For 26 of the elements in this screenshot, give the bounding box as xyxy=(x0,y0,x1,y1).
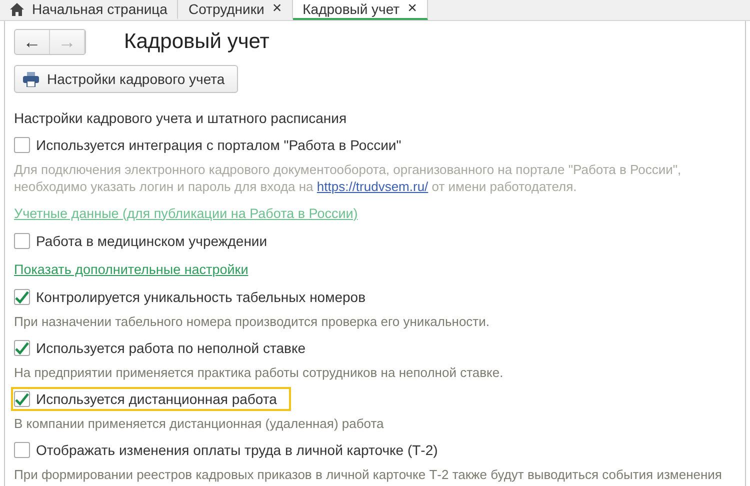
tab-label: Кадровый учет xyxy=(302,1,400,17)
printer-icon xyxy=(23,72,39,86)
tab-label: Начальная страница xyxy=(32,1,168,17)
page-title: Кадровый учет xyxy=(124,30,270,54)
settings-button[interactable]: Настройки кадрового учета xyxy=(14,65,238,93)
close-icon[interactable]: × xyxy=(408,0,417,18)
home-icon xyxy=(10,2,24,16)
back-button[interactable]: ← xyxy=(15,30,50,54)
checkbox[interactable]: Используется дистанционная работа xyxy=(11,387,291,411)
checkbox[interactable]: Используется интеграция с порталом "Работа в России" xyxy=(11,133,416,157)
hint-text: При формировании реестров кадровых приказов в личной карточке Т-2 также будут выводиться события изменения xyxy=(14,466,723,484)
hint-text: При назначении табельного номера производится проверка его уникальности. xyxy=(14,313,490,331)
checkbox[interactable]: Работа в медицинском учреждении xyxy=(11,229,282,253)
checkbox[interactable]: Контролируется уникальность табельных номеров xyxy=(11,285,380,309)
check-icon xyxy=(15,342,29,354)
hint-text: Для подключения электронного кадрового документооборота, организованного на портале "Работа в России", необходимо указать логин и пароль для входа на https://trudvsem.ru/ от имени работодателя. xyxy=(14,161,682,196)
checkbox[interactable]: Используется работа по неполной ставке xyxy=(11,336,320,360)
tab-label: Сотрудники xyxy=(188,1,264,17)
check-icon xyxy=(15,392,29,406)
close-icon[interactable]: × xyxy=(272,0,282,18)
tab[interactable]: Кадровый учет × xyxy=(292,0,428,20)
hint-text: На предприятии применяется практика работы сотрудников на неполной ставке. xyxy=(14,364,504,382)
checkbox[interactable]: Отображать изменения оплаты труда в личной карточке (Т-2) xyxy=(11,438,452,462)
hint-text: В компании применяется дистанционная (удаленная) работа xyxy=(14,415,385,433)
check-icon xyxy=(15,290,29,304)
section-title: Настройки кадрового учета и штатного расписания xyxy=(14,110,348,128)
